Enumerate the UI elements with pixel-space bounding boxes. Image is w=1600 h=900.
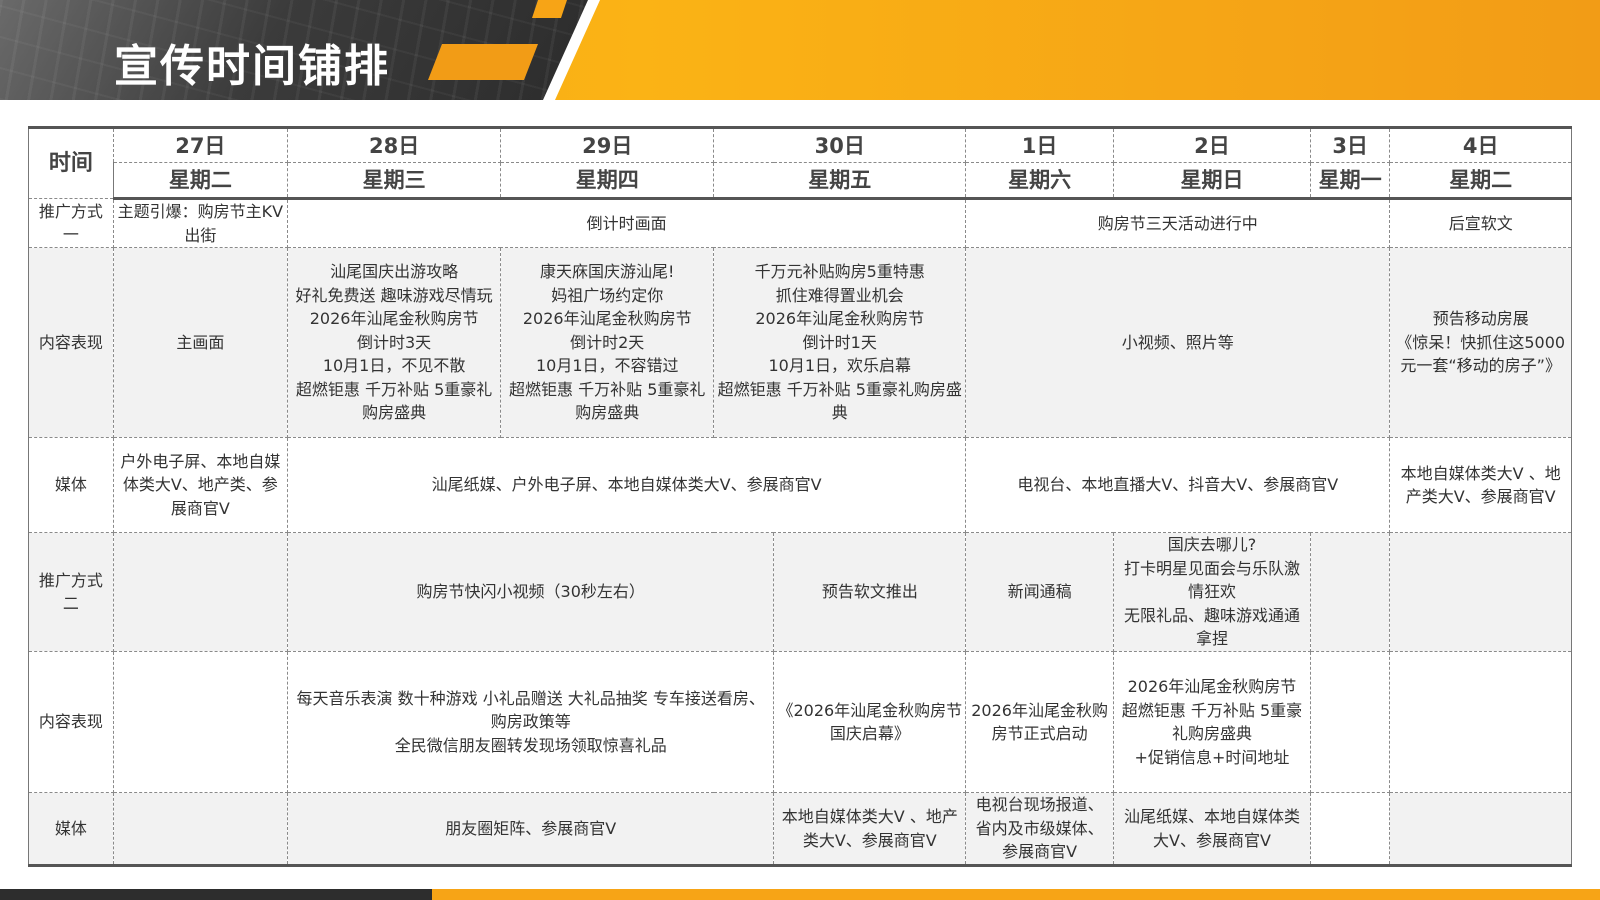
banner-accent-shape [532, 0, 567, 18]
weekday-header-row: 星期二 星期三 星期四 星期五 星期六 星期日 星期一 星期二 [29, 162, 1572, 200]
cell-promo2-27 [112, 532, 289, 652]
row-label-media2: 媒体 [28, 792, 114, 866]
cell-content1-27: 主画面 [112, 247, 289, 438]
row-label-content2: 内容表现 [28, 651, 114, 793]
cell-promo2-1: 新闻通稿 [965, 532, 1115, 652]
footer-bar [0, 889, 1600, 900]
cell-media2-4 [1389, 792, 1572, 866]
row-label-media1: 媒体 [28, 437, 114, 533]
weekday-3: 星期一 [1309, 162, 1391, 200]
banner-accent-shape [428, 44, 538, 80]
table-row-media2: 媒体 朋友圈矩阵、参展商官V 本地自媒体类大V 、地产类大V、参展商官V 电视台… [28, 792, 1572, 866]
cell-promo2-30b: 预告软文推出 [773, 532, 967, 652]
weekday-27: 星期二 [112, 162, 289, 200]
date-1: 1日 [965, 127, 1115, 163]
table-row-promo1: 推广方式一 主题引爆：购房节主KV出街 倒计时画面 购房节三天活动进行中 后宣软… [28, 198, 1572, 248]
row-label-content1: 内容表现 [28, 247, 114, 438]
cell-content2-2: 2026年汕尾金秋购房节 超燃钜惠 千万补贴 5重豪礼购房盛典 +促销信息+时间地址 [1113, 651, 1311, 793]
cell-content2-3 [1309, 651, 1391, 793]
cell-promo2-3 [1309, 532, 1391, 652]
cell-media2-2: 汕尾纸媒、本地自媒体类大V、参展商官V [1113, 792, 1311, 866]
header-corner-time: 时间 [28, 127, 114, 199]
cell-media2-3 [1309, 792, 1391, 866]
row-label-promo2: 推广方式二 [28, 532, 114, 652]
date-header-row: 时间 27日 28日 29日 30日 1日 2日 3日 4日 [28, 127, 1572, 199]
cell-media2-1: 电视台现场报道、省内及市级媒体、参展商官V [965, 792, 1115, 866]
cell-content1-29: 康天庥国庆游汕尾! 妈祖广场约定你 2026年汕尾金秋购房节 倒计时2天 10月1日，不… [500, 247, 715, 438]
weekday-1: 星期六 [965, 162, 1115, 200]
weekday-30: 星期五 [713, 162, 967, 200]
row-label-promo1: 推广方式一 [28, 198, 114, 248]
weekday-29: 星期四 [500, 162, 715, 200]
weekday-28: 星期三 [287, 162, 502, 200]
weekday-2: 星期日 [1113, 162, 1311, 200]
table-row-promo2: 推广方式二 购房节快闪小视频（30秒左右） 预告软文推出 新闻通稿 国庆去哪儿?… [28, 532, 1572, 652]
cell-promo2-4 [1389, 532, 1572, 652]
cell-media1-4: 本地自媒体类大V 、地产类大V、参展商官V [1389, 437, 1572, 533]
schedule-table: 时间 27日 28日 29日 30日 1日 2日 3日 4日 星期二 星期三 星… [28, 126, 1572, 867]
cell-content2-27 [112, 651, 289, 793]
cell-content2-4 [1389, 651, 1572, 793]
date-29: 29日 [500, 127, 715, 163]
cell-media2-28-30a: 朋友圈矩阵、参展商官V [287, 792, 775, 866]
cell-media2-30b: 本地自媒体类大V 、地产类大V、参展商官V [773, 792, 967, 866]
date-4: 4日 [1389, 127, 1572, 163]
cell-content1-30: 千万元补贴购房5重特惠 抓住难得置业机会 2026年汕尾金秋购房节 倒计时1天 10月1… [713, 247, 967, 438]
cell-promo2-28-30a: 购房节快闪小视频（30秒左右） [287, 532, 775, 652]
header-banner: 宣传时间铺排 [0, 0, 1600, 100]
table-row-content2: 内容表现 每天音乐表演 数十种游戏 小礼品赠送 大礼品抽奖 专车接送看房、购房政… [28, 651, 1572, 793]
cell-content1-1-3: 小视频、照片等 [965, 247, 1391, 438]
table-row-media1: 媒体 户外电子屏、本地自媒体类大V、地产类、参展商官V 汕尾纸媒、户外电子屏、本… [28, 437, 1572, 533]
weekday-4: 星期二 [1389, 162, 1572, 200]
date-28: 28日 [287, 127, 502, 163]
cell-promo2-2: 国庆去哪儿? 打卡明星见面会与乐队激情狂欢 无限礼品、趣味游戏通通拿捏 [1113, 532, 1311, 652]
cell-promo1-27: 主题引爆：购房节主KV出街 [112, 198, 289, 248]
cell-media1-27: 户外电子屏、本地自媒体类大V、地产类、参展商官V [112, 437, 289, 533]
cell-content2-30b: 《2026年汕尾金秋购房节国庆启幕》 [773, 651, 967, 793]
cell-promo1-28-30: 倒计时画面 [287, 198, 967, 248]
date-2: 2日 [1113, 127, 1311, 163]
cell-promo1-4: 后宣软文 [1389, 198, 1572, 248]
cell-media2-27 [112, 792, 289, 866]
cell-content1-28: 汕尾国庆出游攻略 好礼免费送 趣味游戏尽情玩 2026年汕尾金秋购房节 倒计时3天 10… [287, 247, 502, 438]
table-row-content1: 内容表现 主画面 汕尾国庆出游攻略 好礼免费送 趣味游戏尽情玩 2026年汕尾金秋购… [28, 247, 1572, 438]
cell-content2-28-30a: 每天音乐表演 数十种游戏 小礼品赠送 大礼品抽奖 专车接送看房、购房政策等 全民微… [287, 651, 775, 793]
cell-content1-4: 预告移动房展 《惊呆！快抓住这5000元一套“移动的房子”》 [1389, 247, 1572, 438]
page-title: 宣传时间铺排 [114, 41, 390, 92]
date-27: 27日 [112, 127, 289, 163]
cell-promo1-1-3: 购房节三天活动进行中 [965, 198, 1391, 248]
date-30: 30日 [713, 127, 967, 163]
date-3: 3日 [1309, 127, 1391, 163]
cell-media1-1-3: 电视台、本地直播大V、抖音大V、参展商官V [965, 437, 1391, 533]
cell-media1-28-30: 汕尾纸媒、户外电子屏、本地自媒体类大V、参展商官V [287, 437, 967, 533]
cell-content2-1: 2026年汕尾金秋购房节正式启动 [965, 651, 1115, 793]
